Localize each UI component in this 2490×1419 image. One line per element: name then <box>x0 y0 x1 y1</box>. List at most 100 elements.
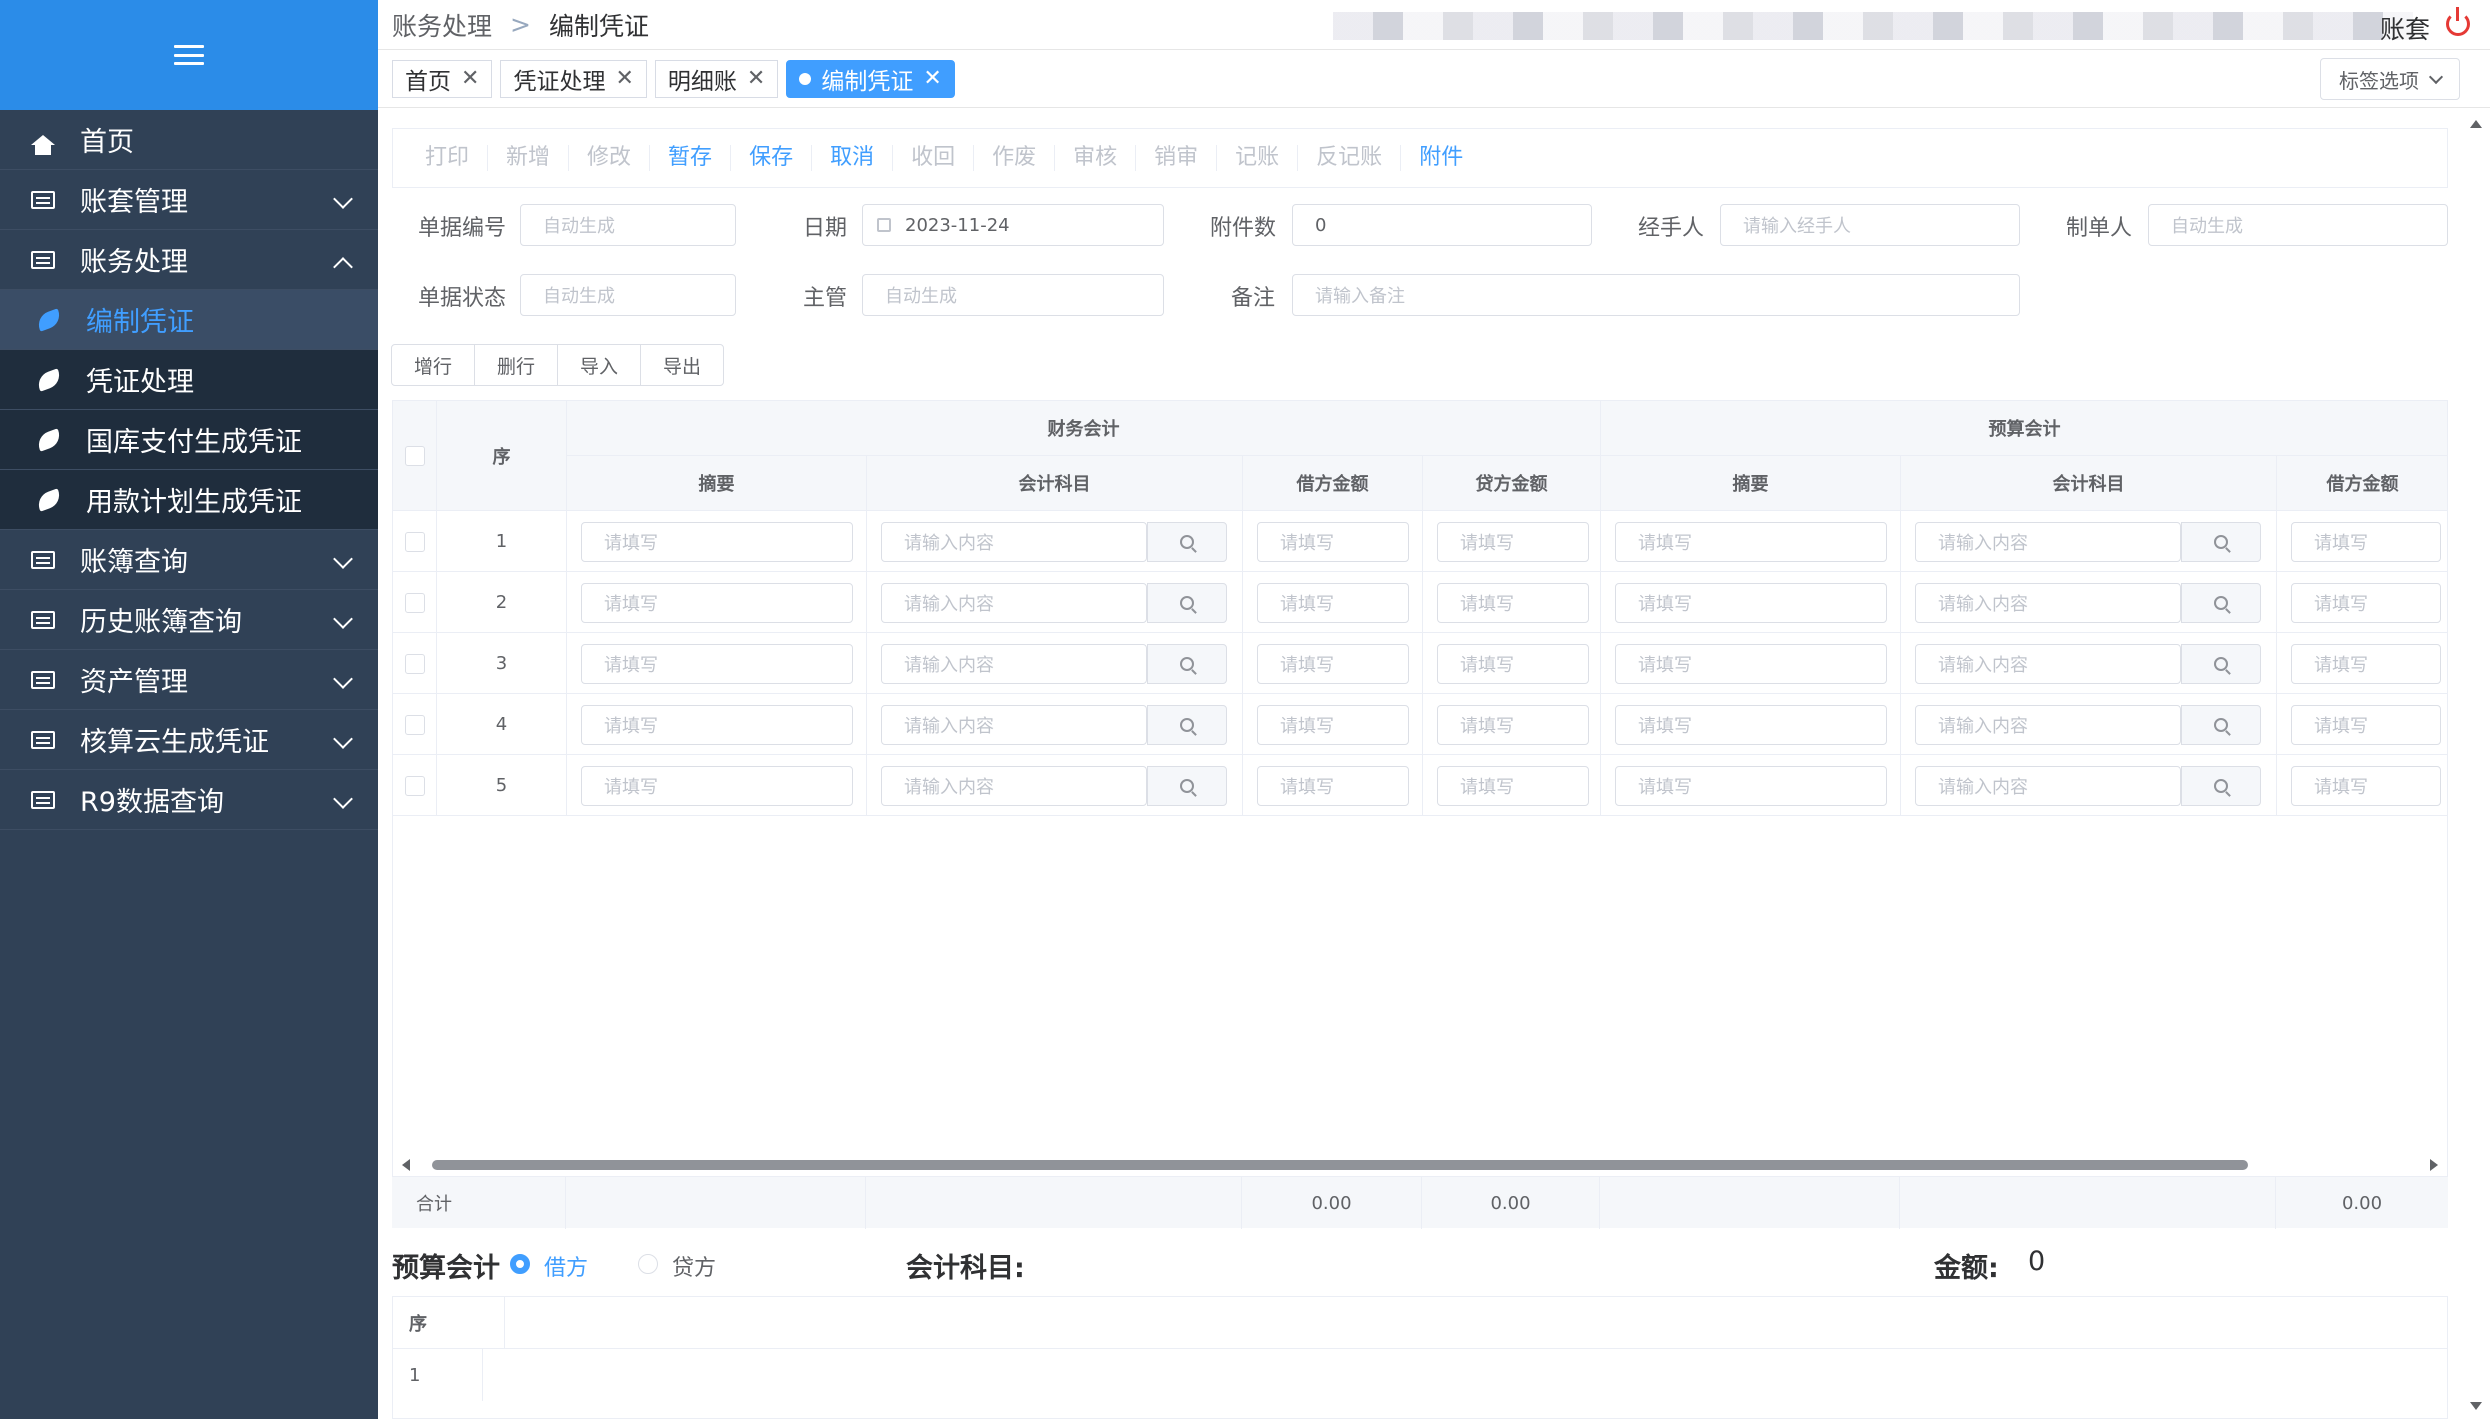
delete-row-button[interactable]: 删行 <box>474 344 559 386</box>
sidebar-item-accounting[interactable]: 账务处理 <box>0 230 378 290</box>
toolbar-button[interactable]: 审核 <box>1055 145 1137 171</box>
scroll-up-icon[interactable] <box>2470 120 2482 128</box>
toolbar-button[interactable]: 修改 <box>569 145 651 171</box>
bud-summary-input[interactable]: 请填写 <box>1615 583 1887 623</box>
bud-debit-input[interactable]: 请填写 <box>2291 522 2441 562</box>
bud-account-search-button[interactable] <box>2181 583 2261 623</box>
tab-voucher-process[interactable]: 凭证处理 ✕ <box>500 59 647 98</box>
fin-account-search-button[interactable] <box>1147 705 1227 745</box>
debit-radio[interactable] <box>510 1254 530 1274</box>
row-checkbox[interactable] <box>404 531 425 552</box>
toolbar-button[interactable]: 取消 <box>812 145 894 171</box>
sidebar-item-account-set-mgmt[interactable]: 账套管理 <box>0 170 378 230</box>
tab-home[interactable]: 首页 ✕ <box>392 59 493 98</box>
fin-summary-input[interactable]: 请填写 <box>581 705 853 745</box>
doc-no-field[interactable]: 自动生成 <box>520 204 736 246</box>
bud-account-search-button[interactable] <box>2181 522 2261 562</box>
toolbar-button[interactable]: 打印 <box>407 145 489 171</box>
export-button[interactable]: 导出 <box>640 344 725 386</box>
toolbar-button[interactable]: 作废 <box>974 145 1056 171</box>
sidebar-item-treasury-voucher[interactable]: 国库支付生成凭证 <box>0 410 378 470</box>
sidebar-item-history-ledger-query[interactable]: 历史账簿查询 <box>0 590 378 650</box>
handler-field[interactable]: 请输入经手人 <box>1720 204 2020 246</box>
credit-radio[interactable] <box>638 1254 658 1274</box>
bud-account-input[interactable]: 请输入内容 <box>1915 583 2181 623</box>
bud-debit-input[interactable]: 请填写 <box>2291 766 2441 806</box>
fin-debit-input[interactable]: 请填写 <box>1257 522 1409 562</box>
sidebar-item-ledger-query[interactable]: 账簿查询 <box>0 530 378 590</box>
status-field[interactable]: 自动生成 <box>520 274 736 316</box>
fin-credit-input[interactable]: 请填写 <box>1437 705 1589 745</box>
sidebar-item-cloud-voucher[interactable]: 核算云生成凭证 <box>0 710 378 770</box>
fin-debit-input[interactable]: 请填写 <box>1257 766 1409 806</box>
fin-account-input[interactable]: 请输入内容 <box>881 583 1147 623</box>
row-checkbox[interactable] <box>404 592 425 613</box>
sidebar-toggle[interactable] <box>0 0 378 110</box>
bud-account-input[interactable]: 请输入内容 <box>1915 705 2181 745</box>
sidebar-item-r9-data-query[interactable]: R9数据查询 <box>0 770 378 830</box>
fin-account-input[interactable]: 请输入内容 <box>881 766 1147 806</box>
bud-summary-input[interactable]: 请填写 <box>1615 766 1887 806</box>
bud-summary-input[interactable]: 请填写 <box>1615 522 1887 562</box>
bud-account-search-button[interactable] <box>2181 705 2261 745</box>
toolbar-button[interactable]: 保存 <box>731 145 813 171</box>
close-icon[interactable]: ✕ <box>747 66 765 91</box>
close-icon[interactable]: ✕ <box>461 66 479 91</box>
bud-summary-input[interactable]: 请填写 <box>1615 644 1887 684</box>
bud-debit-input[interactable]: 请填写 <box>2291 705 2441 745</box>
fin-debit-input[interactable]: 请填写 <box>1257 644 1409 684</box>
fin-debit-input[interactable]: 请填写 <box>1257 583 1409 623</box>
fin-account-input[interactable]: 请输入内容 <box>881 705 1147 745</box>
fin-account-search-button[interactable] <box>1147 522 1227 562</box>
bud-account-search-button[interactable] <box>2181 766 2261 806</box>
fin-account-search-button[interactable] <box>1147 644 1227 684</box>
close-icon[interactable]: ✕ <box>615 66 633 91</box>
attach-count-field[interactable]: 0 <box>1292 204 1592 246</box>
power-icon[interactable] <box>2446 7 2470 36</box>
bud-debit-input[interactable]: 请填写 <box>2291 583 2441 623</box>
vertical-scrollbar[interactable] <box>2468 120 2484 1410</box>
toolbar-button[interactable]: 记账 <box>1217 145 1299 171</box>
toolbar-button[interactable]: 暂存 <box>650 145 732 171</box>
toolbar-button[interactable]: 反记账 <box>1298 145 1402 171</box>
fin-debit-input[interactable]: 请填写 <box>1257 705 1409 745</box>
bud-account-input[interactable]: 请输入内容 <box>1915 522 2181 562</box>
bud-account-search-button[interactable] <box>2181 644 2261 684</box>
toolbar-button[interactable]: 新增 <box>488 145 570 171</box>
bud-debit-input[interactable]: 请填写 <box>2291 644 2441 684</box>
fin-credit-input[interactable]: 请填写 <box>1437 583 1589 623</box>
maker-field[interactable]: 自动生成 <box>2148 204 2448 246</box>
toolbar-button[interactable]: 收回 <box>893 145 975 171</box>
fin-summary-input[interactable]: 请填写 <box>581 644 853 684</box>
supervisor-field[interactable]: 自动生成 <box>862 274 1164 316</box>
sidebar-item-home[interactable]: 首页 <box>0 110 378 170</box>
fin-account-search-button[interactable] <box>1147 766 1227 806</box>
sidebar-item-fund-plan-voucher[interactable]: 用款计划生成凭证 <box>0 470 378 530</box>
fin-account-input[interactable]: 请输入内容 <box>881 522 1147 562</box>
fin-credit-input[interactable]: 请填写 <box>1437 766 1589 806</box>
breadcrumb-parent[interactable]: 账务处理 <box>392 7 492 43</box>
tab-detail-ledger[interactable]: 明细账 ✕ <box>654 59 779 98</box>
fin-summary-input[interactable]: 请填写 <box>581 583 853 623</box>
row-checkbox[interactable] <box>404 775 425 796</box>
horizontal-scrollbar[interactable] <box>392 1158 2448 1172</box>
fin-credit-input[interactable]: 请填写 <box>1437 644 1589 684</box>
import-button[interactable]: 导入 <box>557 344 642 386</box>
toolbar-button[interactable]: 销审 <box>1136 145 1218 171</box>
sidebar-item-voucher-process[interactable]: 凭证处理 <box>0 350 378 410</box>
add-row-button[interactable]: 增行 <box>391 344 476 386</box>
scroll-down-icon[interactable] <box>2470 1402 2482 1410</box>
fin-summary-input[interactable]: 请填写 <box>581 522 853 562</box>
select-all-checkbox[interactable] <box>404 445 425 466</box>
fin-credit-input[interactable]: 请填写 <box>1437 522 1589 562</box>
row-checkbox[interactable] <box>404 714 425 735</box>
row-checkbox[interactable] <box>404 653 425 674</box>
fin-account-input[interactable]: 请输入内容 <box>881 644 1147 684</box>
toolbar-button[interactable]: 附件 <box>1401 145 1481 171</box>
tab-make-voucher[interactable]: 编制凭证 ✕ <box>786 59 955 98</box>
credit-radio-label[interactable]: 贷方 <box>672 1250 716 1282</box>
scroll-right-icon[interactable] <box>2430 1159 2438 1171</box>
bud-account-input[interactable]: 请输入内容 <box>1915 644 2181 684</box>
sidebar-item-make-voucher[interactable]: 编制凭证 <box>0 290 378 350</box>
debit-radio-label[interactable]: 借方 <box>544 1250 588 1282</box>
